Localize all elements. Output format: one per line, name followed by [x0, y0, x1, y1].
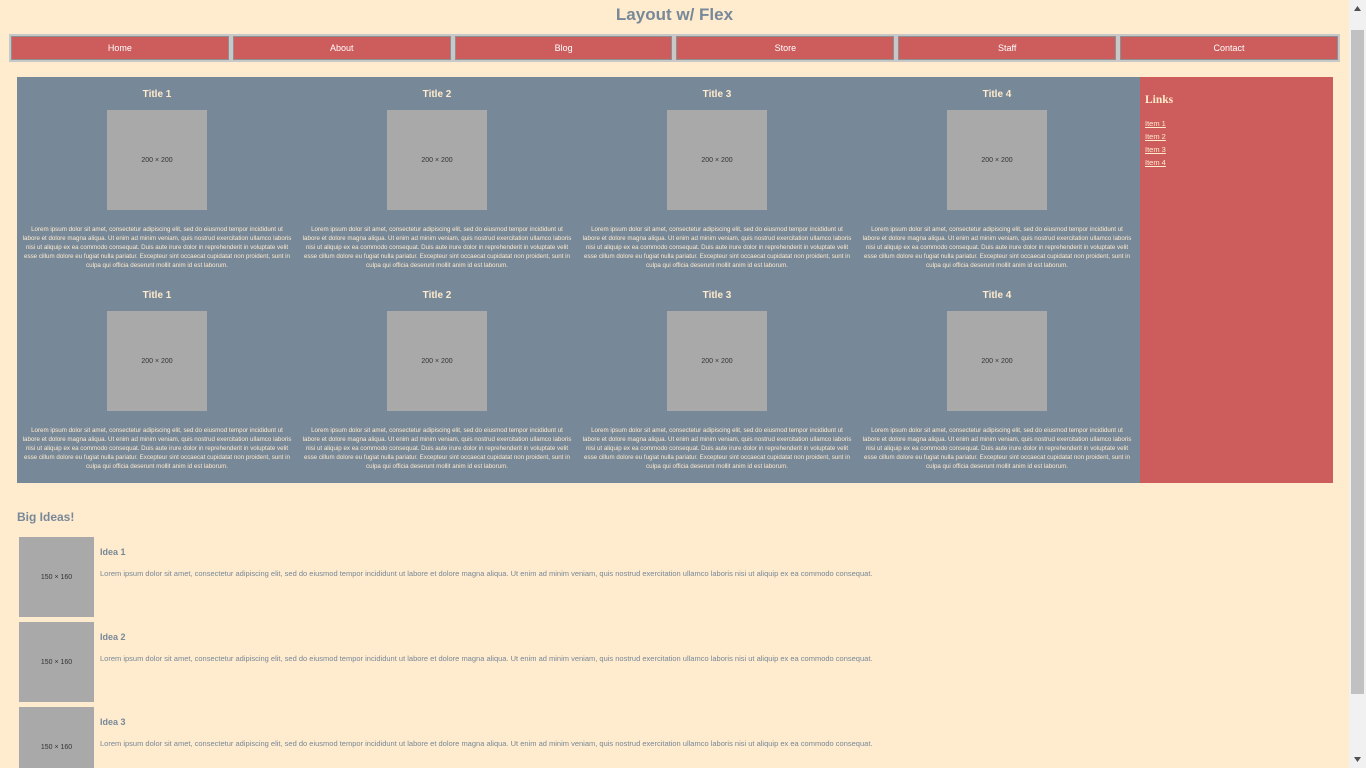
idea-body: Idea 2 Lorem ipsum dolor sit amet, conse…: [100, 622, 872, 663]
idea-title: Idea 1: [100, 547, 126, 557]
idea-image-placeholder: 150 × 160: [19, 622, 94, 702]
card-text: Lorem ipsum dolor sit amet, consectetur …: [862, 427, 1132, 470]
card-title: Title 4: [982, 290, 1012, 301]
card-text: Lorem ipsum dolor sit amet, consectetur …: [582, 226, 852, 269]
card-text: Lorem ipsum dolor sit amet, consectetur …: [22, 427, 292, 470]
card-image-placeholder: 200 × 200: [667, 311, 767, 411]
idea-item: 150 × 160 Idea 3 Lorem ipsum dolor sit a…: [19, 707, 1319, 768]
card-title: Title 1: [142, 89, 172, 100]
idea-text: Lorem ipsum dolor sit amet, consectetur …: [100, 739, 873, 748]
card: Title 1 200 × 200 Lorem ipsum dolor sit …: [17, 77, 297, 278]
browser-viewport: Layout w/ Flex Home About Blog Store Sta…: [0, 0, 1366, 768]
main-wrapper: Title 1 200 × 200 Lorem ipsum dolor sit …: [17, 77, 1333, 483]
card: Title 1 200 × 200 Lorem ipsum dolor sit …: [17, 278, 297, 479]
page: Layout w/ Flex Home About Blog Store Sta…: [0, 0, 1349, 768]
card-image-placeholder: 200 × 200: [387, 311, 487, 411]
chevron-up-icon[interactable]: [1349, 0, 1366, 17]
card-image-placeholder: 200 × 200: [107, 311, 207, 411]
card-image-placeholder: 200 × 200: [107, 110, 207, 210]
nav-about-link[interactable]: About: [230, 34, 453, 62]
sidebar-link-item-1[interactable]: Item 1: [1145, 119, 1166, 128]
idea-title: Idea 2: [100, 632, 126, 642]
card-text: Lorem ipsum dolor sit amet, consectetur …: [302, 226, 572, 269]
scrollbar-thumb[interactable]: [1351, 30, 1364, 694]
sidebar-link-item-4[interactable]: Item 4: [1145, 158, 1166, 167]
list-item: Item 4: [1145, 155, 1333, 168]
list-item: Item 2: [1145, 129, 1333, 142]
card-title: Title 3: [702, 290, 732, 301]
list-item: Item 1: [1145, 116, 1333, 129]
card-text: Lorem ipsum dolor sit amet, consectetur …: [582, 427, 852, 470]
nav-blog-link[interactable]: Blog: [452, 34, 675, 62]
nav-contact-link[interactable]: Contact: [1118, 34, 1340, 62]
card-title: Title 2: [422, 89, 452, 100]
ideas-section-title: Big Ideas!: [17, 510, 75, 524]
nav-store-link[interactable]: Store: [674, 34, 897, 62]
idea-image-placeholder: 150 × 160: [19, 707, 94, 768]
sidebar-link-item-2[interactable]: Item 2: [1145, 132, 1166, 141]
card-grid: Title 1 200 × 200 Lorem ipsum dolor sit …: [17, 77, 1140, 483]
card: Title 3 200 × 200 Lorem ipsum dolor sit …: [577, 278, 857, 479]
idea-body: Idea 1 Lorem ipsum dolor sit amet, conse…: [100, 537, 872, 578]
page-title: Layout w/ Flex: [615, 5, 734, 24]
sidebar-link-item-3[interactable]: Item 3: [1145, 145, 1166, 154]
list-item: Item 3: [1145, 142, 1333, 155]
card-title: Title 3: [702, 89, 732, 100]
card-title: Title 4: [982, 89, 1012, 100]
sidebar-links-panel: Links Item 1 Item 2 Item 3 Item 4: [1140, 77, 1333, 483]
chevron-down-icon[interactable]: [1349, 751, 1366, 768]
idea-image-placeholder: 150 × 160: [19, 537, 94, 617]
idea-title: Idea 3: [100, 717, 126, 727]
card: Title 4 200 × 200 Lorem ipsum dolor sit …: [857, 278, 1137, 479]
card-text: Lorem ipsum dolor sit amet, consectetur …: [862, 226, 1132, 269]
sidebar-link-list: Item 1 Item 2 Item 3 Item 4: [1145, 116, 1333, 168]
card: Title 2 200 × 200 Lorem ipsum dolor sit …: [297, 278, 577, 479]
card: Title 4 200 × 200 Lorem ipsum dolor sit …: [857, 77, 1137, 278]
card-text: Lorem ipsum dolor sit amet, consectetur …: [22, 226, 292, 269]
idea-text: Lorem ipsum dolor sit amet, consectetur …: [100, 569, 873, 578]
card-image-placeholder: 200 × 200: [947, 311, 1047, 411]
idea-item: 150 × 160 Idea 2 Lorem ipsum dolor sit a…: [19, 622, 1319, 707]
card-image-placeholder: 200 × 200: [387, 110, 487, 210]
card-title: Title 1: [142, 290, 172, 301]
idea-body: Idea 3 Lorem ipsum dolor sit amet, conse…: [100, 707, 872, 748]
idea-item: 150 × 160 Idea 1 Lorem ipsum dolor sit a…: [19, 537, 1319, 622]
top-nav: Home About Blog Store Staff Contact: [9, 34, 1340, 62]
ideas-list: 150 × 160 Idea 1 Lorem ipsum dolor sit a…: [19, 537, 1319, 768]
sidebar-title: Links: [1145, 94, 1174, 106]
card-image-placeholder: 200 × 200: [947, 110, 1047, 210]
page-scrollbar[interactable]: [1349, 0, 1366, 768]
card: Title 3 200 × 200 Lorem ipsum dolor sit …: [577, 77, 857, 278]
card: Title 2 200 × 200 Lorem ipsum dolor sit …: [297, 77, 577, 278]
card-text: Lorem ipsum dolor sit amet, consectetur …: [302, 427, 572, 470]
nav-staff-link[interactable]: Staff: [896, 34, 1119, 62]
nav-home-link[interactable]: Home: [9, 34, 231, 62]
card-title: Title 2: [422, 290, 452, 301]
idea-text: Lorem ipsum dolor sit amet, consectetur …: [100, 654, 873, 663]
card-image-placeholder: 200 × 200: [667, 110, 767, 210]
